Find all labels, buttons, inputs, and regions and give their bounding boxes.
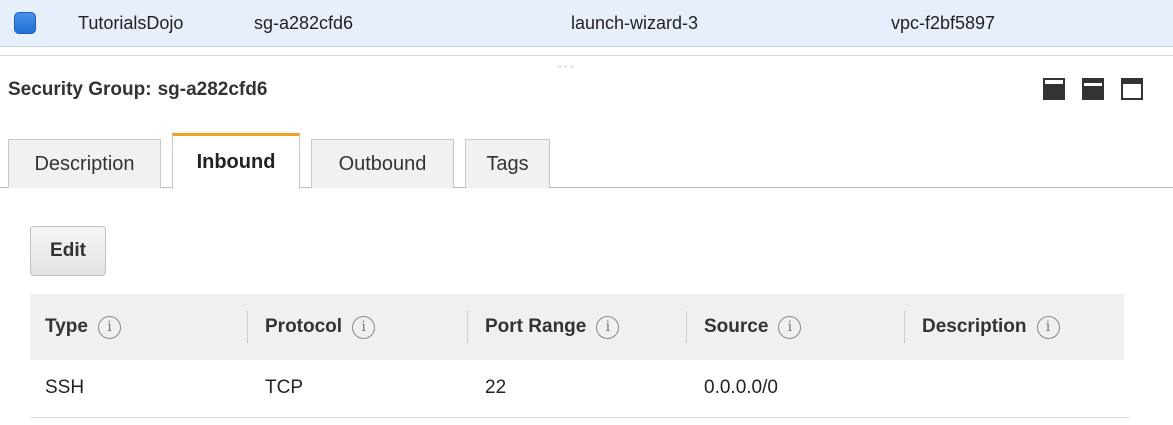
column-header-label: Protocol <box>265 316 343 337</box>
info-icon[interactable]: i <box>352 315 376 339</box>
details-title-label: Security Group: <box>8 79 152 100</box>
table-row: SSH TCP 22 0.0.0.0/0 <box>30 360 1130 418</box>
pane-bottom-icon[interactable] <box>1043 78 1065 100</box>
tab-description[interactable]: Description <box>8 139 161 188</box>
column-header-port-range[interactable]: Port Range i <box>485 294 620 360</box>
pane-resize-grip[interactable]: ▫▫▫ <box>558 61 577 71</box>
tab-tags[interactable]: Tags <box>465 139 550 188</box>
info-icon[interactable]: i <box>596 315 620 339</box>
row-group-name: launch-wizard-3 <box>571 13 699 33</box>
selected-security-group-row[interactable]: TutorialsDojo sg-a282cfd6 launch-wizard-… <box>0 0 1173 47</box>
pane-split-icon[interactable] <box>1082 78 1104 100</box>
column-header-description[interactable]: Description i <box>922 294 1060 360</box>
pane-top-icon[interactable] <box>1121 78 1143 100</box>
details-title-value: sg-a282cfd6 <box>157 79 268 100</box>
checkbox-checked-icon[interactable] <box>14 12 36 34</box>
details-title: Security Group: sg-a282cfd6 <box>8 79 267 101</box>
row-vpc-id: vpc-f2bf5897 <box>891 13 996 33</box>
column-divider[interactable] <box>247 311 248 343</box>
column-header-source[interactable]: Source i <box>704 294 802 360</box>
info-icon[interactable]: i <box>97 315 121 339</box>
details-tabs: Description Inbound Outbound Tags <box>0 131 1173 189</box>
cell-source: 0.0.0.0/0 <box>704 377 778 398</box>
column-divider[interactable] <box>904 311 905 343</box>
row-name: TutorialsDojo <box>78 13 184 33</box>
info-icon[interactable]: i <box>1036 315 1060 339</box>
row-group-id: sg-a282cfd6 <box>254 13 354 33</box>
edit-button[interactable]: Edit <box>30 226 106 276</box>
column-header-label: Source <box>704 316 769 337</box>
tab-outbound[interactable]: Outbound <box>311 139 454 188</box>
cell-protocol: TCP <box>265 377 303 398</box>
cell-type: SSH <box>45 377 85 398</box>
cell-port-range: 22 <box>485 377 507 398</box>
inbound-rules-table: Type i Protocol i Port Range i Source i … <box>30 294 1130 418</box>
column-header-label: Description <box>922 316 1027 337</box>
tab-inbound[interactable]: Inbound <box>172 133 300 189</box>
column-header-protocol[interactable]: Protocol i <box>265 294 376 360</box>
column-header-label: Port Range <box>485 316 587 337</box>
pane-divider[interactable] <box>0 55 1173 56</box>
column-divider[interactable] <box>686 311 687 343</box>
table-header: Type i Protocol i Port Range i Source i … <box>30 294 1124 360</box>
column-header-label: Type <box>45 316 88 337</box>
info-icon[interactable]: i <box>778 315 802 339</box>
column-divider[interactable] <box>467 311 468 343</box>
column-header-type[interactable]: Type i <box>45 294 121 360</box>
